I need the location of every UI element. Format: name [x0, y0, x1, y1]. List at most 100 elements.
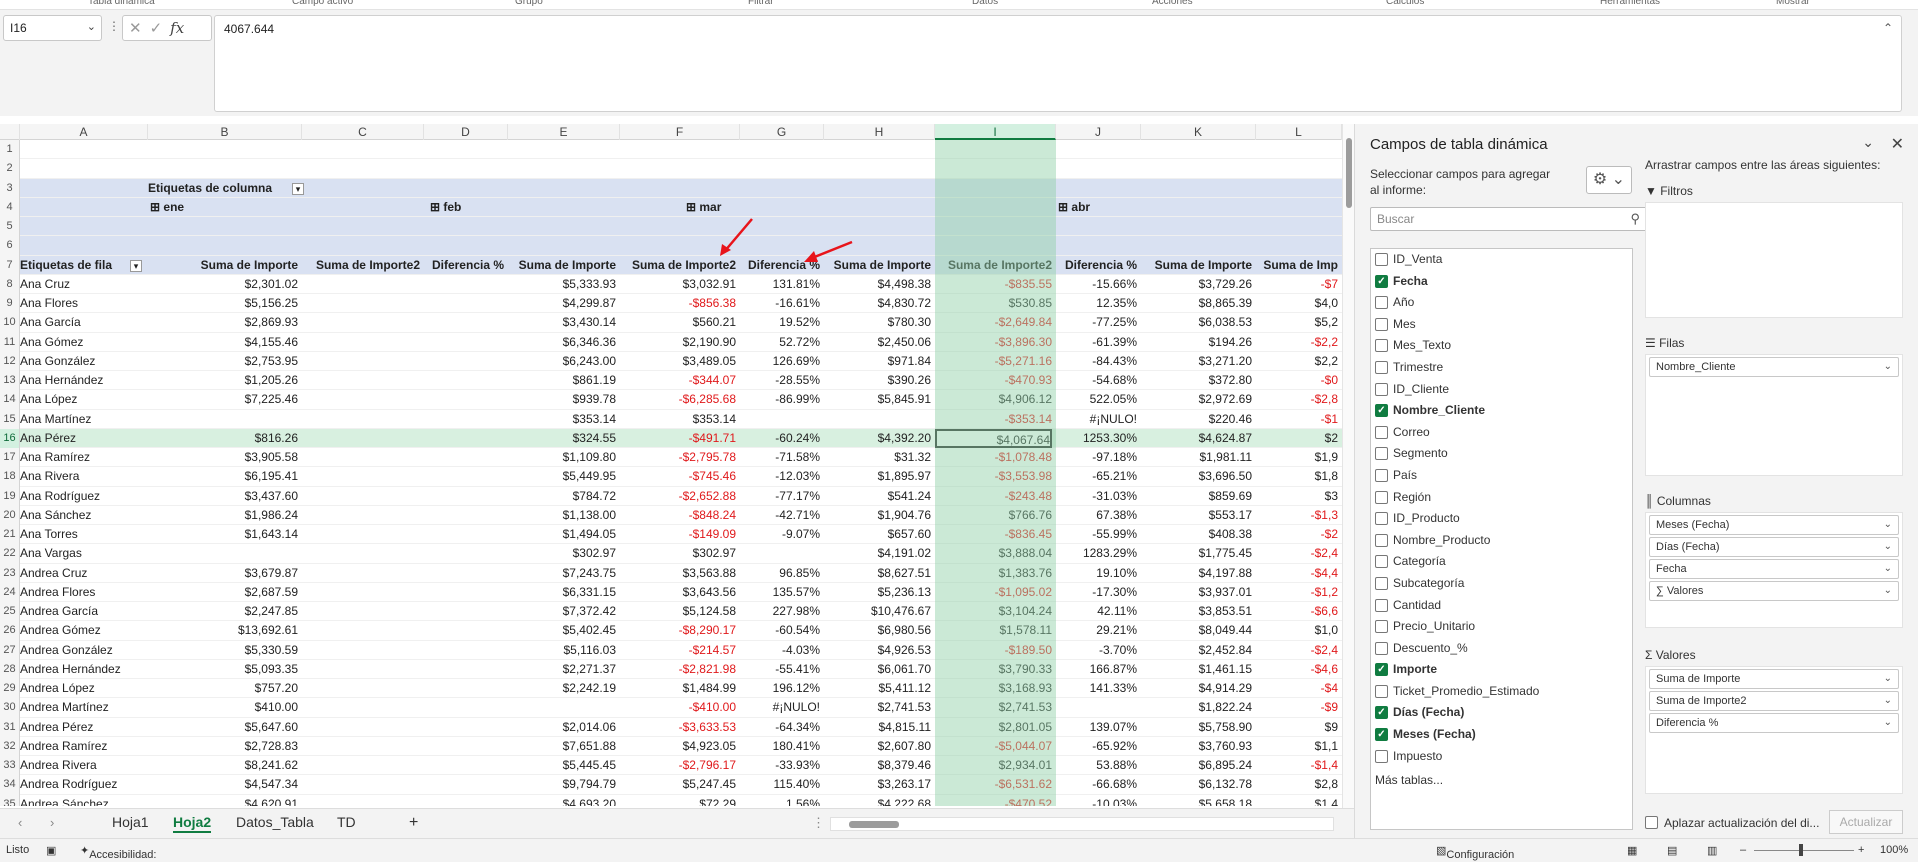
close-icon[interactable]: ✕: [1891, 134, 1904, 154]
cell[interactable]: 42.11%: [1056, 602, 1137, 621]
cell[interactable]: $3,168.93: [935, 679, 1052, 698]
defer-update-checkbox[interactable]: Aplazar actualización del di...: [1645, 816, 1819, 830]
horizontal-scrollbar[interactable]: [830, 817, 1334, 831]
cell[interactable]: $6,980.56: [824, 621, 931, 640]
cell[interactable]: -$2,821.98: [620, 660, 736, 679]
field-item[interactable]: Nombre_Producto: [1371, 530, 1632, 552]
cell[interactable]: 522.05%: [1056, 390, 1137, 409]
cell[interactable]: -$5,271.16: [935, 352, 1052, 371]
cell[interactable]: Suma de Importe2: [620, 256, 736, 275]
row-header[interactable]: 14: [0, 390, 19, 409]
row-header[interactable]: 12: [0, 352, 19, 371]
page-break-icon[interactable]: ▥: [1707, 844, 1717, 857]
cell[interactable]: $4,926.53: [824, 641, 931, 660]
sheet-tab-hoja2[interactable]: Hoja2: [173, 814, 212, 833]
cell[interactable]: -61.39%: [1056, 333, 1137, 352]
zoom-out-icon[interactable]: –: [1740, 844, 1746, 856]
cell[interactable]: $4,155.46: [148, 333, 298, 352]
row-header[interactable]: 22: [0, 544, 19, 563]
zoom-slider-thumb[interactable]: [1799, 844, 1803, 856]
cell[interactable]: $6,061.70: [824, 660, 931, 679]
cell[interactable]: $1,0: [1256, 621, 1338, 640]
table-row[interactable]: Ana Hernández $1,205.26 $861.19 -$344.07 -28…: [20, 371, 1342, 391]
cell[interactable]: 227.98%: [740, 602, 820, 621]
field-item[interactable]: Categoría: [1371, 551, 1632, 573]
cell[interactable]: Diferencia %: [1056, 256, 1137, 275]
cell[interactable]: 180.41%: [740, 737, 820, 756]
row-header[interactable]: 30: [0, 698, 19, 717]
cell[interactable]: $6,195.41: [148, 467, 298, 486]
zoom-slider[interactable]: [1754, 850, 1854, 851]
cell[interactable]: ⊞ abr: [1058, 198, 1218, 217]
area-field-pill[interactable]: Suma de Importe ⌄: [1649, 669, 1899, 689]
column-header[interactable]: K: [1141, 124, 1256, 140]
row-header[interactable]: 17: [0, 448, 19, 467]
cell[interactable]: $8,379.46: [824, 756, 931, 775]
cell[interactable]: Andrea González: [20, 641, 144, 660]
cell[interactable]: $3,905.58: [148, 448, 298, 467]
table-row[interactable]: [20, 217, 1342, 237]
cell[interactable]: $2,801.05: [935, 718, 1052, 737]
cell[interactable]: 67.38%: [1056, 506, 1137, 525]
cell[interactable]: -$2,4: [1256, 544, 1338, 563]
field-item[interactable]: ✓ Meses (Fecha): [1371, 724, 1632, 746]
cell[interactable]: $353.14: [508, 410, 616, 429]
area-values[interactable]: Σ Valores Suma de Importe ⌄ Suma de Import…: [1645, 644, 1903, 794]
cell[interactable]: $5,758.90: [1141, 718, 1252, 737]
cell[interactable]: $3,430.14: [508, 313, 616, 332]
cell[interactable]: $1,822.24: [1141, 698, 1252, 717]
cell[interactable]: $861.19: [508, 371, 616, 390]
cell[interactable]: $5,658.18: [1141, 795, 1252, 807]
field-item[interactable]: ✓ Importe: [1371, 659, 1632, 681]
cell[interactable]: Ana Ramírez: [20, 448, 144, 467]
area-columns[interactable]: ║ Columnas Meses (Fecha) ⌄ Días (Fecha) ⌄ Fe…: [1645, 490, 1903, 628]
cell[interactable]: -$1,078.48: [935, 448, 1052, 467]
cell[interactable]: -$2,795.78: [620, 448, 736, 467]
cell[interactable]: 19.52%: [740, 313, 820, 332]
cell[interactable]: -$1,095.02: [935, 583, 1052, 602]
table-row[interactable]: Etiquetas de fila Suma de Importe Suma de …: [20, 255, 1342, 275]
cell[interactable]: -12.03%: [740, 467, 820, 486]
field-checkbox[interactable]: [1375, 360, 1388, 374]
cell[interactable]: -$2: [1256, 525, 1338, 544]
table-row[interactable]: Andrea Flores $2,687.59 $6,331.15 $3,643.56…: [20, 583, 1342, 602]
cell[interactable]: $5,247.45: [620, 775, 736, 794]
cell[interactable]: $7,225.46: [148, 390, 298, 409]
field-item[interactable]: Ticket_Promedio_Estimado: [1371, 681, 1632, 703]
table-row[interactable]: Andrea Ramírez $2,728.83 $7,651.88 $4,923.0…: [20, 737, 1342, 756]
cell[interactable]: Andrea Pérez: [20, 718, 144, 737]
table-row[interactable]: Ana Martínez $353.14 $353.14 -$353.14 #¡NULO…: [20, 410, 1342, 429]
field-checkbox[interactable]: [1375, 555, 1388, 569]
field-checkbox[interactable]: ✓: [1375, 728, 1388, 742]
chevron-down-icon[interactable]: ⌄: [1884, 560, 1892, 578]
row-header[interactable]: 18: [0, 467, 19, 486]
cell[interactable]: $5,411.12: [824, 679, 932, 698]
cell[interactable]: -$2,649.84: [935, 313, 1052, 332]
cell[interactable]: $657.60: [824, 525, 931, 544]
area-filters[interactable]: ▼ Filtros: [1645, 180, 1903, 318]
table-row[interactable]: Ana Cruz $2,301.02 $5,333.93 $3,032.91 131.8…: [20, 275, 1342, 294]
row-header[interactable]: 2: [0, 159, 19, 178]
scroll-thumb[interactable]: [1346, 138, 1352, 208]
cell[interactable]: $5,333.93: [508, 275, 616, 294]
sheet-tab-hoja1[interactable]: Hoja1: [112, 814, 149, 830]
cell[interactable]: -$856.38: [620, 294, 736, 313]
cell[interactable]: $3,696.50: [1141, 467, 1252, 486]
cell[interactable]: -9.07%: [740, 525, 820, 544]
field-item[interactable]: Mes_Texto: [1371, 335, 1632, 357]
table-row[interactable]: Andrea Rodríguez $4,547.34 $9,794.79 $5,247…: [20, 775, 1342, 795]
cell[interactable]: Andrea Rodríguez: [20, 775, 144, 794]
area-field-pill[interactable]: Nombre_Cliente ⌄: [1649, 357, 1899, 377]
cell[interactable]: Ana Sánchez: [20, 506, 144, 525]
cell[interactable]: -33.93%: [740, 756, 820, 775]
cell[interactable]: -$470.52: [935, 795, 1052, 807]
gear-icon[interactable]: ⚙ ⌄: [1586, 166, 1632, 194]
cell[interactable]: $4,222.68: [824, 795, 931, 807]
cell[interactable]: $2,687.59: [148, 583, 298, 602]
cell[interactable]: -60.24%: [740, 429, 820, 448]
table-row[interactable]: Ana Pérez $816.26 $324.55 -$491.71 -60.24% $4…: [20, 428, 1342, 448]
field-checkbox[interactable]: [1375, 512, 1388, 526]
cell[interactable]: -66.68%: [1056, 775, 1137, 794]
cell[interactable]: $3,489.05: [620, 352, 736, 371]
more-sheets-icon[interactable]: ⋮: [812, 815, 825, 831]
